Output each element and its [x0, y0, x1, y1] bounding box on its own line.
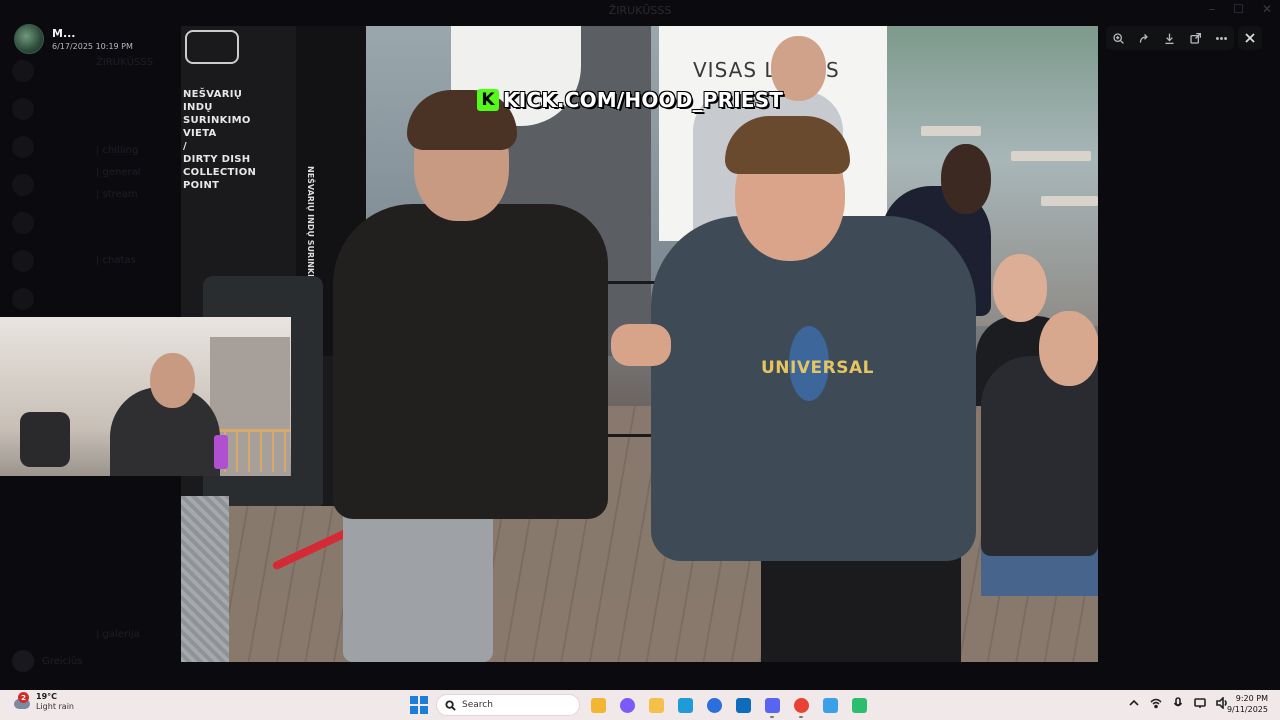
weather-desc: Light rain: [36, 702, 74, 711]
outlook-icon[interactable]: [733, 695, 753, 715]
minimize-button[interactable]: –: [1209, 2, 1215, 16]
taskbar-apps: [588, 695, 869, 718]
search-placeholder: Search: [462, 700, 493, 710]
file-explorer-glyph: [590, 697, 606, 713]
close-icon: [1245, 33, 1255, 43]
system-tray: [1128, 697, 1228, 709]
close-viewer-button[interactable]: [1238, 26, 1262, 50]
weather-badge: 2: [18, 692, 29, 703]
store-icon[interactable]: [704, 695, 724, 715]
download-icon[interactable]: [1160, 28, 1180, 48]
maximize-button[interactable]: ☐: [1233, 2, 1244, 16]
hoodie-logo: UNIVERSAL: [761, 358, 874, 378]
user-panel: Greiciūs: [12, 650, 82, 672]
zoom-in-icon[interactable]: [1109, 28, 1129, 48]
clock-time: 9:20 PM: [1235, 694, 1268, 703]
file-explorer-icon[interactable]: [588, 695, 608, 715]
weather-temp: 19°C: [36, 692, 58, 701]
channel-item[interactable]: | chilling: [60, 140, 180, 162]
app-glyph: [851, 697, 867, 713]
start-button[interactable]: [410, 696, 428, 714]
energy-drink: [214, 435, 228, 469]
discord-glyph: [764, 697, 780, 713]
weather-widget[interactable]: 2 19°C Light rain: [12, 692, 74, 712]
weather-icon: 2: [12, 692, 30, 711]
folder-icon[interactable]: [646, 695, 666, 715]
member-list: [1110, 130, 1270, 291]
channel-item[interactable]: | general: [60, 162, 180, 184]
edge-icon[interactable]: [675, 695, 695, 715]
channel-item[interactable]: | stream: [60, 184, 180, 206]
webcam-overlay: [0, 317, 291, 476]
snipping-glyph: [822, 697, 838, 713]
microphone-icon[interactable]: [1172, 697, 1184, 709]
author-name[interactable]: M...: [52, 27, 133, 40]
channel-item[interactable]: ŽIRUKŪSSS: [60, 52, 180, 74]
discord-icon[interactable]: [762, 695, 782, 718]
media-author: M... 6/17/2025 10:19 PM: [14, 24, 133, 54]
stream-banner: K KICK.COM/HOOD_PRIEST: [477, 86, 783, 114]
viewer-toolbar: [1106, 26, 1234, 50]
copilot-icon[interactable]: [617, 695, 637, 715]
author-avatar[interactable]: [14, 24, 44, 54]
user-name: Greiciūs: [42, 655, 83, 667]
store-glyph: [706, 697, 722, 713]
taskbar-clock[interactable]: 9:20 PM 9/11/2025: [1222, 693, 1268, 715]
chrome-icon[interactable]: [791, 695, 811, 718]
snipping-icon[interactable]: [820, 695, 840, 715]
banner-text: KICK.COM/HOOD_PRIEST: [503, 88, 784, 112]
user-avatar: [12, 650, 34, 672]
clock-date: 9/11/2025: [1226, 705, 1268, 714]
outlook-glyph: [735, 697, 751, 713]
fist-bump: [611, 324, 671, 366]
copilot-glyph: [619, 697, 635, 713]
channel-item[interactable]: | galerija: [60, 624, 180, 646]
kick-logo-icon: K: [477, 89, 499, 111]
media-image[interactable]: VISAS L SKAS NEŠVARIŲ INDŲ SURINKIMO VIE…: [181, 26, 1098, 662]
display-icon[interactable]: [1194, 697, 1206, 709]
chrome-glyph: [793, 697, 809, 713]
app-icon[interactable]: [849, 695, 869, 715]
folder-glyph: [648, 697, 664, 713]
window-controls[interactable]: – ☐ ✕: [1209, 2, 1272, 16]
window-close-button[interactable]: ✕: [1262, 2, 1272, 16]
open-external-icon[interactable]: [1186, 28, 1206, 48]
window-title: ŽIRUKŪSSS: [608, 4, 672, 17]
network-icon[interactable]: [1150, 697, 1162, 709]
search-icon: [445, 699, 456, 711]
server-list: [12, 60, 36, 326]
taskbar: 2 19°C Light rain Search 9:20 PM 9/11/20…: [0, 690, 1280, 720]
post-timestamp: 6/17/2025 10:19 PM: [52, 42, 133, 51]
edge-glyph: [677, 697, 693, 713]
more-icon[interactable]: [1211, 28, 1231, 48]
channel-item[interactable]: | chatas: [60, 250, 180, 272]
taskbar-search[interactable]: Search: [436, 694, 580, 716]
dish-sign: NEŠVARIŲ INDŲ SURINKIMO VIETA / DIRTY DI…: [183, 89, 257, 191]
forward-icon[interactable]: [1134, 28, 1154, 48]
person-left: [333, 204, 608, 519]
chevron-up-icon[interactable]: [1128, 697, 1140, 709]
